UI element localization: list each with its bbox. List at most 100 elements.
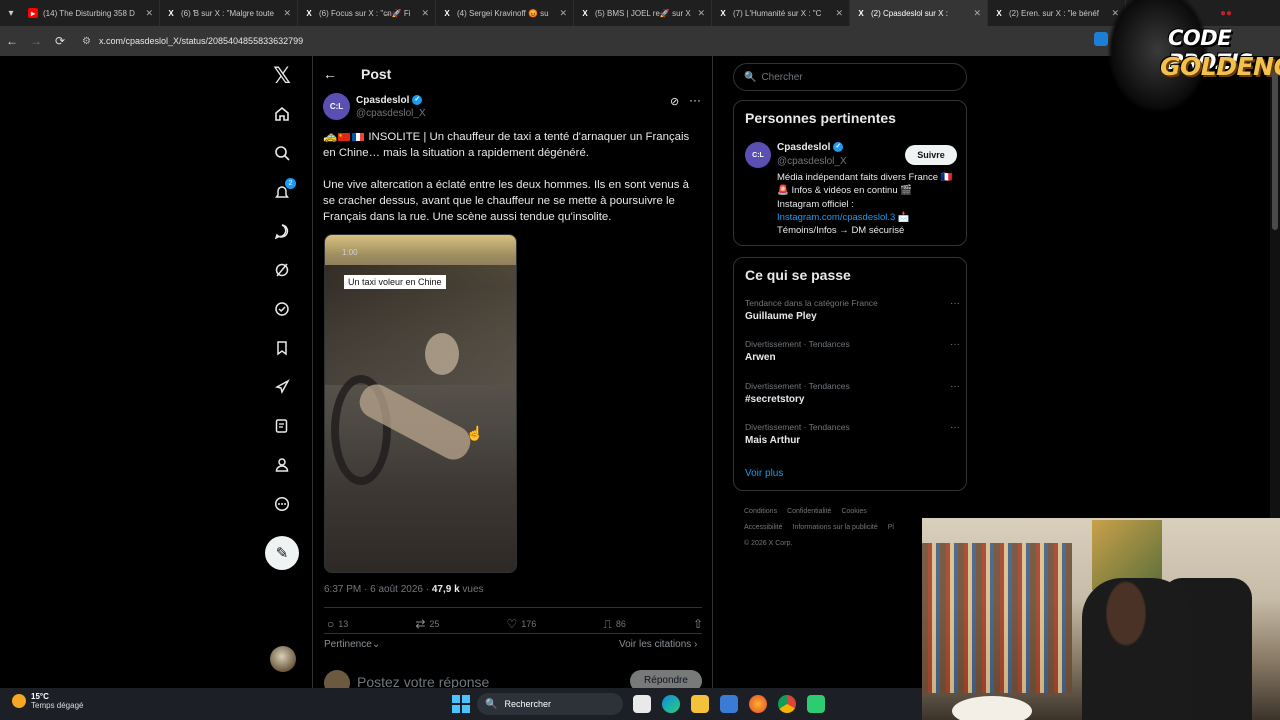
taskbar-search-label: Rechercher bbox=[504, 699, 551, 709]
compose-post-button[interactable]: ✎ bbox=[265, 536, 299, 570]
site-settings-icon[interactable]: ⚙ bbox=[82, 36, 91, 47]
taskbar-search[interactable]: 🔍 Rechercher bbox=[477, 693, 623, 715]
footer-link[interactable]: Confidentialité bbox=[787, 508, 831, 515]
reply-input[interactable]: Postez votre réponse bbox=[357, 674, 489, 688]
reply-button[interactable]: ○ 13 bbox=[327, 616, 348, 632]
relevant-person-name-row[interactable]: Cpasdeslol ✓ bbox=[777, 142, 844, 153]
author-avatar[interactable]: C:L bbox=[323, 93, 350, 120]
taxi-emoji: 🚕 bbox=[323, 131, 338, 143]
back-arrow-icon[interactable]: ← bbox=[323, 66, 343, 82]
browser-tab[interactable]: X (7) L'Humanité sur X : "C ✕ bbox=[712, 0, 850, 26]
browser-tab[interactable]: X(2) Eren. sur X : "le bénéf✕ bbox=[988, 0, 1126, 26]
trend-item[interactable]: Divertissement · Tendances #secretstory … bbox=[745, 381, 960, 411]
trend-more-icon[interactable]: ··· bbox=[950, 381, 960, 392]
close-tab-icon[interactable]: ✕ bbox=[559, 8, 567, 19]
bookmarks-icon[interactable] bbox=[270, 336, 294, 360]
windows-start-icon[interactable] bbox=[452, 695, 470, 713]
verified-badge-icon: ✓ bbox=[412, 95, 423, 106]
account-avatar[interactable] bbox=[270, 646, 296, 672]
back-arrow-icon[interactable]: ← bbox=[0, 26, 24, 56]
premium-rocket-icon[interactable] bbox=[270, 375, 294, 399]
more-icon[interactable] bbox=[270, 492, 294, 516]
trends-card: Ce qui se passe Tendance dans la catégor… bbox=[733, 257, 967, 491]
url-text: x.com/cpasdeslol_X/status/20854048558336… bbox=[98, 36, 304, 46]
close-tab-icon[interactable]: ✕ bbox=[973, 8, 981, 19]
trend-more-icon[interactable]: ··· bbox=[950, 339, 960, 350]
close-tab-icon[interactable]: ✕ bbox=[283, 8, 291, 19]
app-icon[interactable] bbox=[807, 695, 825, 713]
follow-button[interactable]: Suivre bbox=[905, 145, 957, 165]
post-meta: 6:37 PM · 6 août 2026 · 47,9 k vues bbox=[324, 584, 484, 595]
url-field[interactable]: ⚙ x.com/cpasdeslol_X/status/208540485583… bbox=[76, 30, 1076, 52]
messages-icon[interactable] bbox=[270, 219, 294, 243]
tab-search-icon[interactable]: ▾ bbox=[0, 0, 22, 26]
see-more-link[interactable]: Voir plus bbox=[745, 468, 783, 479]
browser-tab-bar: ▾ ▸ (14) The Disturbing 358 D ✕ X (6) Ɓ sur … bbox=[0, 0, 1280, 26]
browser-tab[interactable]: X (6) Ɓ sur X : "Malgre toute ✕ bbox=[160, 0, 298, 26]
footer-link[interactable]: Conditions bbox=[744, 508, 777, 515]
chrome-icon[interactable] bbox=[778, 695, 796, 713]
post-timestamp[interactable]: 6:37 PM · 6 août 2026 · bbox=[324, 584, 432, 595]
trend-more-icon[interactable]: ··· bbox=[950, 422, 960, 433]
home-icon[interactable] bbox=[270, 102, 294, 126]
footer-link[interactable]: Accessibilité bbox=[744, 524, 783, 531]
post-more-icon[interactable]: ··· bbox=[689, 93, 701, 107]
tab-title: (2) Eren. sur X : "le bénéf bbox=[1009, 8, 1099, 18]
bookmark-icon: ⎍ bbox=[603, 616, 612, 631]
post-video[interactable]: 1:00 Un taxi voleur en Chine bbox=[324, 234, 517, 573]
search-input[interactable]: 🔍 Chercher bbox=[733, 63, 967, 91]
store-icon[interactable] bbox=[720, 695, 738, 713]
search-placeholder: Chercher bbox=[761, 71, 803, 83]
sort-replies-dropdown[interactable]: Pertinence⌄ bbox=[324, 639, 380, 650]
post-author: C:L Cpasdeslol ✓ @cpasdeslol_X ⊘ ··· bbox=[323, 93, 703, 123]
trend-item[interactable]: Divertissement · Tendances Mais Arthur ·… bbox=[745, 422, 960, 452]
notifications-icon[interactable]: 2 bbox=[270, 178, 296, 204]
reload-icon[interactable]: ⟳ bbox=[48, 26, 72, 56]
bio-line: Témoins/Infos → DM sécurisé bbox=[777, 225, 905, 237]
edge-icon[interactable] bbox=[662, 695, 680, 713]
post-paragraph-2: Une vive altercation a éclaté entre les … bbox=[323, 179, 689, 223]
like-button[interactable]: ♡ 176 bbox=[507, 616, 537, 632]
weather-widget[interactable]: 15°C Temps dégagé bbox=[12, 692, 83, 710]
firefox-icon[interactable] bbox=[749, 695, 767, 713]
reply-submit-button[interactable]: Répondre bbox=[630, 670, 702, 688]
verified-icon[interactable] bbox=[270, 297, 294, 321]
bio-instagram-link[interactable]: Instagram.com/cpasdeslol.3 bbox=[777, 212, 895, 223]
view-quotes-link[interactable]: Voir les citations › bbox=[619, 639, 697, 650]
profile-icon[interactable] bbox=[270, 453, 294, 477]
share-button[interactable]: ⇧ bbox=[693, 616, 703, 632]
browser-tab[interactable]: X (5) BMS | JOEL re🚀 sur X ✕ bbox=[574, 0, 712, 26]
footer-link[interactable]: Cookies bbox=[841, 508, 866, 515]
author-name-row[interactable]: Cpasdeslol ✓ bbox=[356, 95, 423, 106]
repost-button[interactable]: ⇄ 25 bbox=[415, 616, 439, 632]
browser-tab[interactable]: X (6) Focus sur X : "c̶n🚀 Fi ✕ bbox=[298, 0, 436, 26]
trend-item[interactable]: Divertissement · Tendances Arwen ··· bbox=[745, 339, 960, 369]
grok-explain-icon[interactable]: ⊘ bbox=[670, 95, 679, 108]
repost-icon: ⇄ bbox=[415, 617, 426, 631]
footer-link[interactable]: Informations sur la publicité bbox=[793, 524, 878, 531]
x-icon: X bbox=[306, 8, 312, 18]
author-handle[interactable]: @cpasdeslol_X bbox=[356, 108, 426, 119]
extension-icon[interactable] bbox=[1094, 32, 1108, 46]
search-icon[interactable] bbox=[270, 141, 294, 165]
close-tab-icon[interactable]: ✕ bbox=[421, 8, 429, 19]
file-explorer-icon[interactable] bbox=[691, 695, 709, 713]
task-view-icon[interactable] bbox=[633, 695, 651, 713]
grok-icon[interactable] bbox=[270, 258, 294, 282]
trend-item[interactable]: Tendance dans la catégorie France Guilla… bbox=[745, 298, 960, 328]
close-tab-icon[interactable]: ✕ bbox=[835, 8, 843, 19]
footer-link[interactable]: Pl bbox=[888, 524, 894, 531]
close-tab-icon[interactable]: ✕ bbox=[145, 8, 153, 19]
bookmark-count: 86 bbox=[615, 619, 626, 629]
logo-line-2: GOLDENG bbox=[1160, 52, 1280, 81]
bookmark-button[interactable]: ⎍ 86 bbox=[603, 616, 625, 632]
close-tab-icon[interactable]: ✕ bbox=[697, 8, 705, 19]
x-logo-icon[interactable]: 𝕏 bbox=[270, 64, 294, 89]
browser-tab[interactable]: X (2) Cpasdeslol sur X : ✕ bbox=[850, 0, 988, 26]
articles-icon[interactable] bbox=[270, 414, 294, 438]
forward-arrow-icon[interactable]: → bbox=[24, 26, 48, 56]
relevant-person-avatar[interactable]: C:L bbox=[745, 142, 771, 168]
trend-more-icon[interactable]: ··· bbox=[950, 298, 960, 309]
browser-tab[interactable]: X (4) Sergei Kravinoff 😡 su ✕ bbox=[436, 0, 574, 26]
browser-tab[interactable]: ▸ (14) The Disturbing 358 D ✕ bbox=[22, 0, 160, 26]
